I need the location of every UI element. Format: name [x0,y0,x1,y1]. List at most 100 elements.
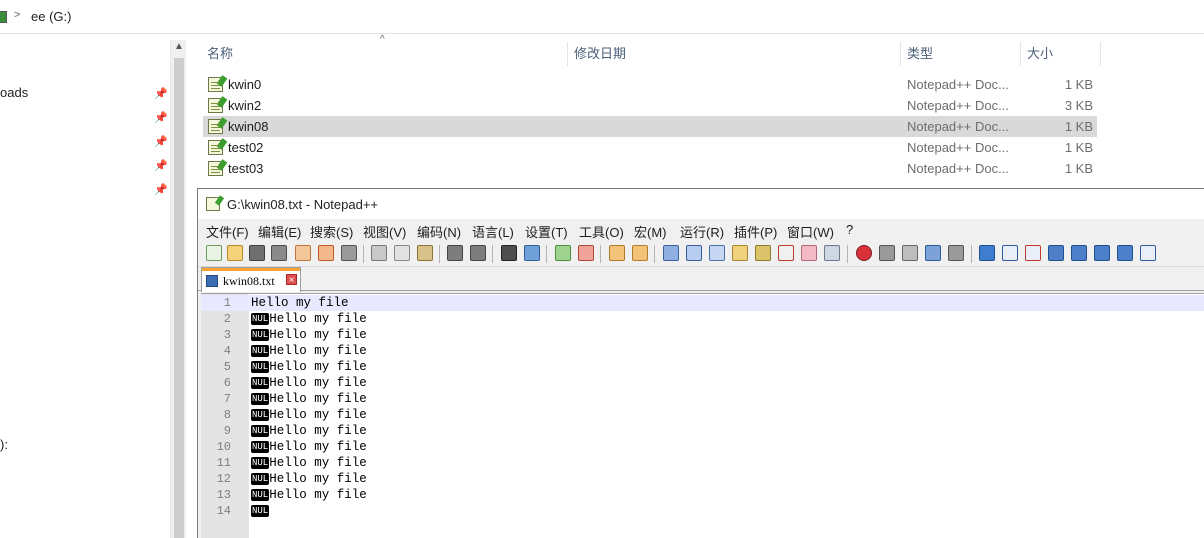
show-all-chars-icon[interactable] [686,245,702,261]
menu-encoding[interactable]: 编码(N) [417,222,461,241]
stop-record-icon[interactable] [879,245,895,261]
file-row[interactable]: test03 Notepad++ Doc... 1 KB [203,158,1097,179]
save-all-icon[interactable] [271,245,287,261]
zoom-out-icon[interactable] [578,245,594,261]
column-header-size[interactable]: 大小 [1027,40,1053,68]
pin-icon[interactable]: 📌 [154,136,168,148]
play-macro-icon[interactable] [902,245,918,261]
function-list-icon[interactable] [778,245,794,261]
pin-icon[interactable]: 📌 [154,160,168,172]
menu-tools[interactable]: 工具(O) [579,222,624,241]
sync-vertical-icon[interactable] [609,245,625,261]
toolbar-separator [546,245,547,263]
print-icon[interactable] [341,245,357,261]
bookmark-icon[interactable] [979,245,995,261]
menu-run[interactable]: 运行(R) [680,222,724,241]
scrollbar-thumb[interactable] [174,58,184,538]
notepad-app-icon[interactable] [206,197,220,211]
record-macro-icon[interactable] [856,245,872,261]
menu-edit[interactable]: 编辑(E) [258,222,301,241]
sync-horizontal-icon[interactable] [632,245,648,261]
menu-file[interactable]: 文件(F) [206,222,249,241]
navigation-pane: oads 📌 📌 📌 📌 📌 ): [0,40,186,538]
menu-help[interactable]: ? [846,222,853,237]
tab-kwin08[interactable]: kwin08.txt × [201,267,301,292]
line-text: Hello my file [269,328,367,342]
cut-icon[interactable] [371,245,387,261]
column-divider[interactable] [900,42,901,66]
column-divider[interactable] [567,42,568,66]
pin-icon[interactable]: 📌 [154,88,168,100]
expand-icon[interactable] [1117,245,1133,261]
replace-icon[interactable] [524,245,540,261]
close-icon[interactable] [295,245,311,261]
column-divider[interactable] [1020,42,1021,66]
line-number: 3 [223,328,231,342]
file-row[interactable]: test02 Notepad++ Doc... 1 KB [203,137,1097,158]
monitoring-icon[interactable] [824,245,840,261]
breadcrumb[interactable]: ee (G:) [31,9,71,24]
find-icon[interactable] [501,245,517,261]
nul-marker: NUL [251,457,270,469]
pin-icon[interactable]: 📌 [154,184,168,196]
pin-icon[interactable]: 📌 [154,112,168,124]
menu-search[interactable]: 搜索(S) [310,222,353,241]
indent-guide-icon[interactable] [709,245,725,261]
menu-window[interactable]: 窗口(W) [787,222,834,241]
menu-bar: 文件(F) 编辑(E) 搜索(S) 视图(V) 编码(N) 语言(L) 设置(T… [198,219,1204,241]
tab-bar: kwin08.txt × [198,267,1204,292]
prev-icon[interactable] [1071,245,1087,261]
window-title-bar[interactable]: G:\kwin08.txt - Notepad++ [198,189,1204,219]
nul-marker: NUL [251,313,270,325]
menu-language[interactable]: 语言(L) [472,222,514,241]
panel-icon[interactable] [1140,245,1156,261]
user-lang-icon[interactable] [732,245,748,261]
nav-item-drive[interactable]: ): [0,437,8,452]
open-file-icon[interactable] [227,245,243,261]
collapse-icon[interactable] [1048,245,1064,261]
copy-icon[interactable] [394,245,410,261]
nav-item-downloads[interactable]: oads [0,85,28,100]
doc-map-icon[interactable] [755,245,771,261]
menu-macro[interactable]: 宏(M) [634,222,667,241]
nav-scrollbar[interactable]: ▲ [170,40,186,538]
editor-line: 4 NULHello my file [201,343,1204,359]
folder-workspace-icon[interactable] [801,245,817,261]
clear-marks-icon[interactable] [1025,245,1041,261]
paste-icon[interactable] [417,245,433,261]
line-content: NULHello my file [251,375,367,391]
drive-icon [0,11,7,23]
word-wrap-icon[interactable] [663,245,679,261]
file-row[interactable]: kwin2 Notepad++ Doc... 3 KB [203,95,1097,116]
run-macro-multiple-icon[interactable] [925,245,941,261]
column-divider[interactable] [1100,42,1101,66]
line-text: Hello my file [269,424,367,438]
file-row[interactable]: kwin0 Notepad++ Doc... 1 KB [203,74,1097,95]
notepad-window: G:\kwin08.txt - Notepad++ 文件(F) 编辑(E) 搜索… [197,188,1204,538]
breadcrumb-separator[interactable]: > [14,9,20,21]
line-content: NULHello my file [251,327,367,343]
line-text: Hello my file [269,376,367,390]
mark-all-icon[interactable] [1002,245,1018,261]
menu-settings[interactable]: 设置(T) [525,222,568,241]
zoom-in-icon[interactable] [555,245,571,261]
column-header-modified[interactable]: 修改日期 [574,40,626,68]
close-tab-icon[interactable]: × [286,274,297,286]
column-header-type[interactable]: 类型 [907,40,933,68]
line-text: Hello my file [269,456,367,470]
undo-icon[interactable] [447,245,463,261]
save-macro-icon[interactable] [948,245,964,261]
menu-view[interactable]: 视图(V) [363,222,406,241]
file-row-selected[interactable]: kwin08 Notepad++ Doc... 1 KB [203,116,1097,137]
scroll-up-icon[interactable]: ▲ [174,41,184,52]
new-file-icon[interactable] [206,245,222,261]
save-icon[interactable] [249,245,265,261]
menu-plugins[interactable]: 插件(P) [734,222,777,241]
line-text: Hello my file [251,296,349,310]
next-icon[interactable] [1094,245,1110,261]
address-bar[interactable]: > ee (G:) [0,0,1204,34]
column-header-name[interactable]: 名称 [207,40,233,68]
redo-icon[interactable] [470,245,486,261]
editor-area[interactable]: 1 Hello my file 2 NULHello my file 3 NUL… [201,293,1204,538]
close-all-icon[interactable] [318,245,334,261]
